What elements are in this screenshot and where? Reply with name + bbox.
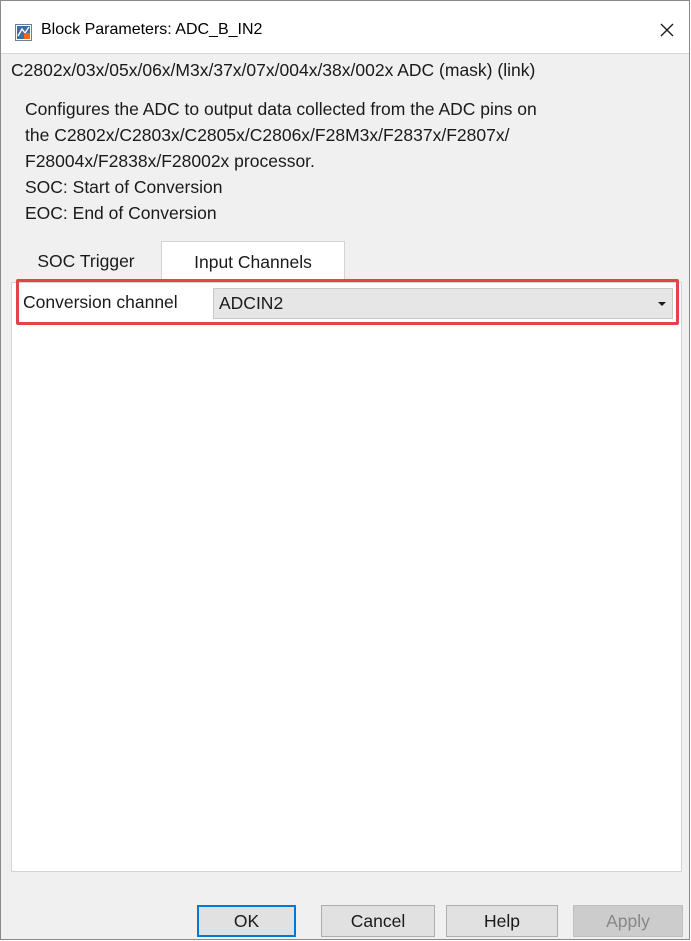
tab-panel-input-channels <box>11 282 682 872</box>
close-button[interactable] <box>651 15 683 45</box>
description-line: SOC: Start of Conversion <box>25 177 223 197</box>
description-line: Configures the ADC to output data collec… <box>25 99 537 119</box>
dialog-window: Block Parameters: ADC_B_IN2 C2802x/03x/0… <box>0 0 690 940</box>
tab-soc-trigger[interactable]: SOC Trigger <box>11 241 161 282</box>
mask-description: Configures the ADC to output data collec… <box>25 96 537 226</box>
conversion-channel-select[interactable]: ADCIN2 <box>213 288 673 319</box>
description-line: EOC: End of Conversion <box>25 203 217 223</box>
chevron-down-icon[interactable] <box>652 301 672 307</box>
ok-button[interactable]: OK <box>197 905 296 937</box>
close-icon <box>660 23 674 37</box>
conversion-channel-value: ADCIN2 <box>219 293 284 313</box>
window-title: Block Parameters: ADC_B_IN2 <box>41 21 263 38</box>
apply-button[interactable]: Apply <box>573 905 683 937</box>
simulink-block-icon <box>15 24 32 41</box>
description-line: F28004x/F2838x/F28002x processor. <box>25 151 315 171</box>
conversion-channel-label: Conversion channel <box>23 292 178 312</box>
mask-title: C2802x/03x/05x/06x/M3x/37x/07x/004x/38x/… <box>11 60 536 80</box>
title-bar[interactable]: Block Parameters: ADC_B_IN2 <box>1 1 689 53</box>
tab-input-channels[interactable]: Input Channels <box>161 241 345 283</box>
description-line: the C2802x/C2803x/C2805x/C2806x/F28M3x/F… <box>25 125 510 145</box>
cancel-button[interactable]: Cancel <box>321 905 435 937</box>
title-divider <box>1 53 689 54</box>
parameter-tabs: SOC Trigger Input Channels <box>11 241 679 283</box>
help-button[interactable]: Help <box>446 905 558 937</box>
